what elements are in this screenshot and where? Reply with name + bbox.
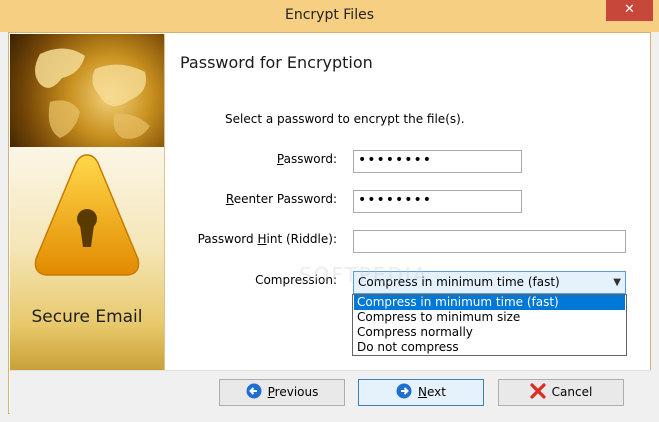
compression-selected-value: Compress in minimum time (fast) [358, 275, 560, 289]
next-button[interactable]: Next [358, 379, 484, 406]
close-button[interactable]: ✕ [606, 0, 653, 21]
warning-keyhole-logo [34, 154, 140, 276]
window-title: Encrypt Files [284, 7, 374, 23]
title-bar: Encrypt Files ✕ [0, 0, 659, 32]
reenter-password-label: Reenter Password: [225, 192, 337, 206]
page-title: Password for Encryption [180, 53, 373, 72]
password-hint-field[interactable] [353, 230, 626, 253]
password-label: Password: [276, 152, 337, 166]
chevron-down-icon[interactable]: ▼ [613, 272, 621, 293]
cancel-button[interactable]: Cancel [498, 379, 624, 406]
compression-option-none[interactable]: Do not compress [354, 340, 625, 355]
reenter-password-field[interactable]: •••••••• [353, 190, 522, 213]
compression-label: Compression: [255, 273, 337, 287]
sidebar-banner: Secure Email [10, 34, 164, 370]
wizard-dialog: Secure Email Password for Encryption Sel… [8, 32, 651, 414]
world-map-image [10, 34, 164, 147]
instruction-text: Select a password to encrypt the file(s)… [225, 112, 465, 126]
button-bar: Previous Next Cancel [10, 370, 651, 414]
arrow-right-icon [396, 383, 412, 399]
password-hint-label: Password Hint (Riddle): [197, 232, 337, 246]
compression-option-fast[interactable]: Compress in minimum time (fast) [354, 295, 625, 310]
logo-panel: Secure Email [10, 147, 164, 370]
compression-option-normal[interactable]: Compress normally [354, 325, 625, 340]
sidebar-divider [164, 34, 165, 370]
compression-option-min-size[interactable]: Compress to minimum size [354, 310, 625, 325]
red-x-icon [530, 383, 546, 399]
close-icon: ✕ [624, 2, 635, 17]
compression-select[interactable]: Compress in minimum time (fast) ▼ [353, 271, 626, 294]
previous-button[interactable]: Previous [219, 379, 345, 406]
arrow-left-icon [246, 383, 262, 399]
compression-dropdown-list: Compress in minimum time (fast) Compress… [352, 294, 627, 356]
password-field[interactable]: •••••••• [353, 150, 522, 173]
product-label: Secure Email [31, 307, 143, 327]
